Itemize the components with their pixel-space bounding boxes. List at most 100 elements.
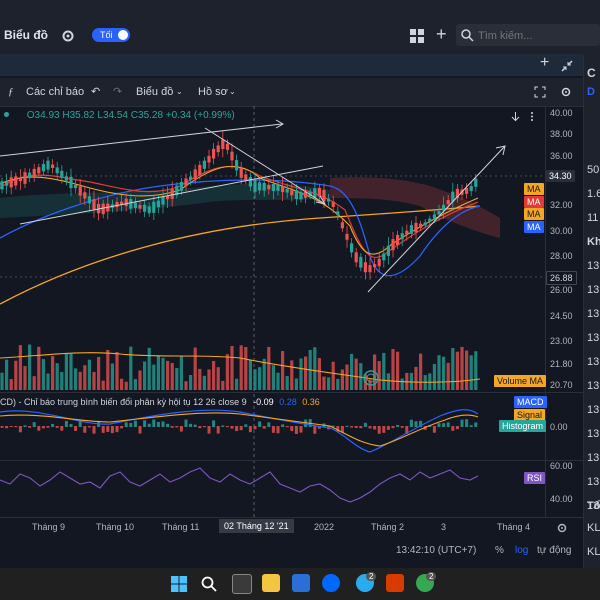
candle-body — [373, 264, 377, 268]
volume-bar — [143, 361, 147, 390]
macd-histogram — [0, 419, 478, 434]
candle-body — [258, 182, 262, 191]
rsi-line — [0, 467, 479, 503]
histogram-bar — [115, 426, 119, 433]
chart-type-button[interactable]: Biểu đồ — [136, 78, 173, 106]
candle-body — [400, 233, 404, 240]
file-explorer-icon[interactable] — [262, 574, 280, 592]
candle-body — [350, 243, 354, 253]
candle-body — [294, 190, 298, 200]
volume-bar — [152, 364, 156, 390]
search-icon[interactable] — [201, 576, 217, 592]
volume-bar — [258, 367, 262, 390]
volume-bar — [340, 369, 344, 390]
volume-bar — [179, 356, 183, 390]
volume-bar — [170, 362, 174, 390]
chart-footer: 13:42:10 (UTC+7) % log tự động — [0, 538, 583, 568]
histogram-bar — [281, 424, 285, 427]
profile-button[interactable]: Hồ sơ — [198, 78, 228, 106]
histogram-bar — [147, 423, 151, 427]
candle-body — [244, 174, 248, 181]
search-box[interactable] — [456, 24, 600, 46]
add-panel-icon[interactable]: + — [540, 54, 549, 72]
low-mark-badge: 26.88 — [546, 271, 577, 285]
zalo-icon[interactable] — [322, 574, 340, 592]
macd-title-row: CD) - Chỉ báo trung bình biến đổi phân k… — [0, 397, 320, 407]
log-scale-button[interactable]: log — [515, 545, 528, 556]
volume-bar — [198, 368, 202, 390]
price-axis-border — [545, 106, 546, 518]
histogram-bar — [92, 426, 96, 434]
undo-icon[interactable]: ↶ — [91, 78, 100, 106]
volume-bar — [345, 364, 349, 390]
volume-bar — [350, 353, 354, 390]
histogram-bar — [299, 426, 303, 433]
histogram-bar — [175, 426, 179, 428]
candle-body — [124, 198, 128, 207]
gear-icon[interactable] — [61, 29, 75, 43]
volume-bar — [271, 365, 275, 390]
chevron-down-icon: ⌄ — [176, 87, 183, 96]
pane-separator-rsi[interactable] — [0, 460, 583, 461]
volume-bar — [354, 358, 358, 390]
indicators-button[interactable]: Các chỉ báo — [26, 78, 84, 106]
histogram-bar — [37, 426, 41, 431]
volume-bars — [0, 344, 478, 390]
volume-bar — [239, 345, 243, 390]
volume-bar — [138, 370, 142, 390]
volume-bar — [225, 354, 229, 390]
price-chart[interactable] — [0, 106, 545, 520]
redo-icon[interactable]: ↷ — [113, 78, 122, 106]
pane-separator-macd[interactable] — [0, 392, 583, 393]
axis-settings-icon[interactable] — [556, 522, 568, 534]
volume-bar — [147, 347, 151, 390]
theme-toggle[interactable]: Tối — [92, 28, 130, 42]
layout-grid-icon[interactable] — [409, 28, 425, 44]
volume-bar — [14, 360, 18, 390]
windows-start-icon[interactable] — [171, 576, 187, 592]
candle-body — [446, 200, 450, 205]
office-icon[interactable] — [386, 574, 404, 592]
candle-body — [299, 192, 303, 200]
volume-bar — [87, 359, 91, 390]
rsi-axis-label: 60.00 — [550, 461, 573, 471]
candle-body — [281, 185, 285, 193]
histogram-bar — [0, 426, 4, 428]
histogram-bar — [193, 424, 197, 427]
collapse-icon[interactable] — [561, 60, 573, 72]
histogram-bar — [55, 426, 59, 428]
candle-body — [0, 181, 4, 190]
add-icon[interactable]: + — [436, 24, 447, 45]
search-input[interactable] — [476, 27, 598, 45]
volume-bar — [124, 381, 128, 390]
auto-scale-button[interactable]: tự động — [537, 545, 572, 556]
candle-body — [207, 155, 211, 163]
volume-bar — [460, 346, 464, 390]
candle-body — [474, 178, 478, 187]
fullscreen-icon[interactable] — [534, 86, 546, 98]
price-axis-label: 32.00 — [550, 200, 573, 210]
volume-bar — [5, 359, 9, 390]
volume-bar — [382, 352, 386, 390]
candle-body — [331, 201, 335, 207]
time-axis-label: 2022 — [314, 522, 335, 532]
volume-bar — [248, 359, 252, 390]
histogram-bar — [271, 426, 275, 433]
histogram-bar — [110, 426, 114, 434]
histogram-bar — [455, 426, 459, 430]
histogram-bar — [354, 426, 358, 428]
volume-bar — [97, 356, 101, 390]
price-axis-label: 24.50 — [550, 311, 573, 321]
histogram-bar — [101, 426, 105, 433]
histogram-bar — [14, 426, 18, 428]
volume-bar — [69, 353, 73, 390]
candle-body — [239, 168, 243, 178]
percent-scale-button[interactable]: % — [495, 545, 504, 556]
trading-app-icon[interactable] — [292, 574, 310, 592]
task-view-icon[interactable] — [232, 574, 252, 594]
histogram-bar — [460, 419, 464, 427]
settings-icon[interactable] — [560, 86, 572, 98]
histogram-bar — [230, 426, 234, 429]
volume-bar — [327, 377, 331, 390]
histogram-bar — [46, 426, 50, 428]
